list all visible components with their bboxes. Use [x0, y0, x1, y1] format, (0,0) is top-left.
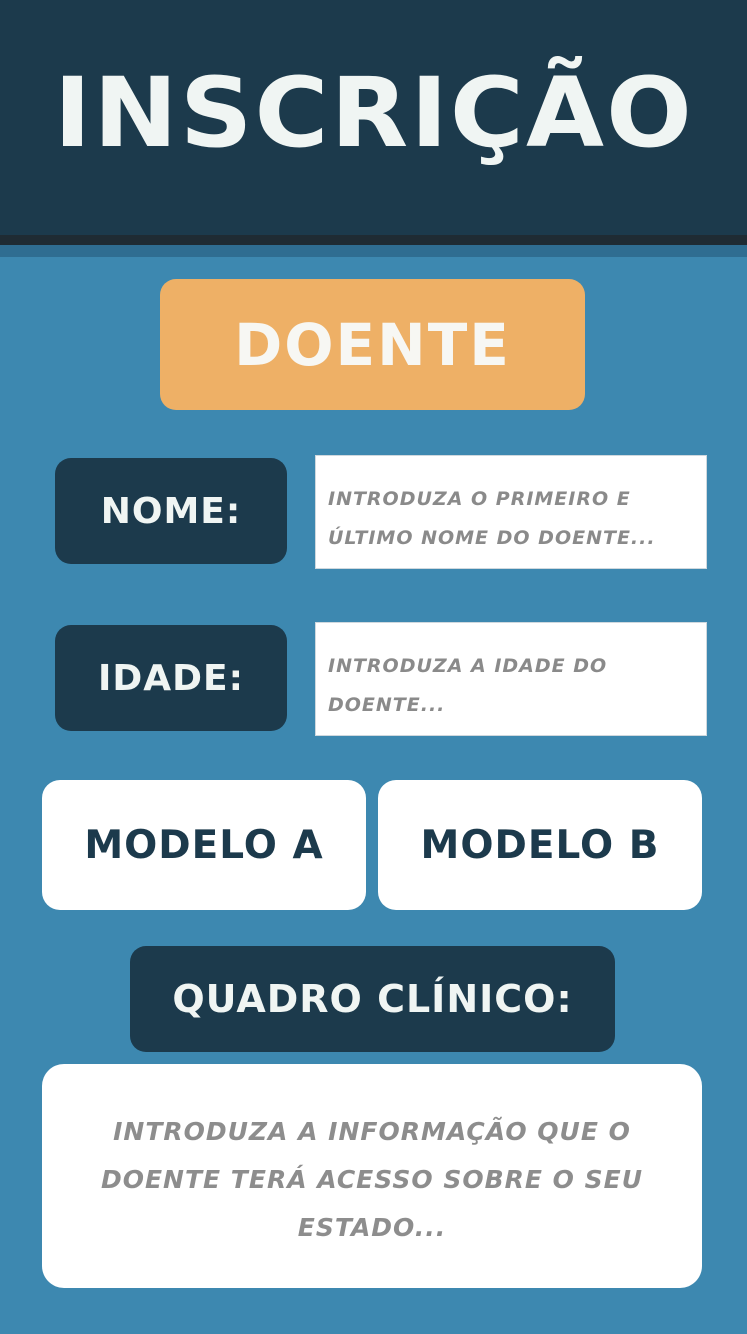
clinical-textarea[interactable]: Introduza a informação que o doente terá…: [42, 1064, 702, 1288]
age-label: Idade:: [55, 625, 287, 731]
model-a-button[interactable]: Modelo A: [42, 780, 366, 910]
clinical-label: Quadro Clínico:: [130, 946, 615, 1052]
name-input[interactable]: Introduza o primeiro e último nome do do…: [315, 455, 707, 569]
page-title: Inscrição: [53, 56, 694, 169]
age-input[interactable]: Introduza a idade do doente...: [315, 622, 707, 736]
header-bar: Inscrição: [0, 0, 747, 235]
name-label: Nome:: [55, 458, 287, 564]
header-divider-light: [0, 245, 747, 257]
header-divider: [0, 235, 747, 245]
section-doente-badge: Doente: [160, 279, 585, 410]
model-b-button[interactable]: Modelo B: [378, 780, 702, 910]
